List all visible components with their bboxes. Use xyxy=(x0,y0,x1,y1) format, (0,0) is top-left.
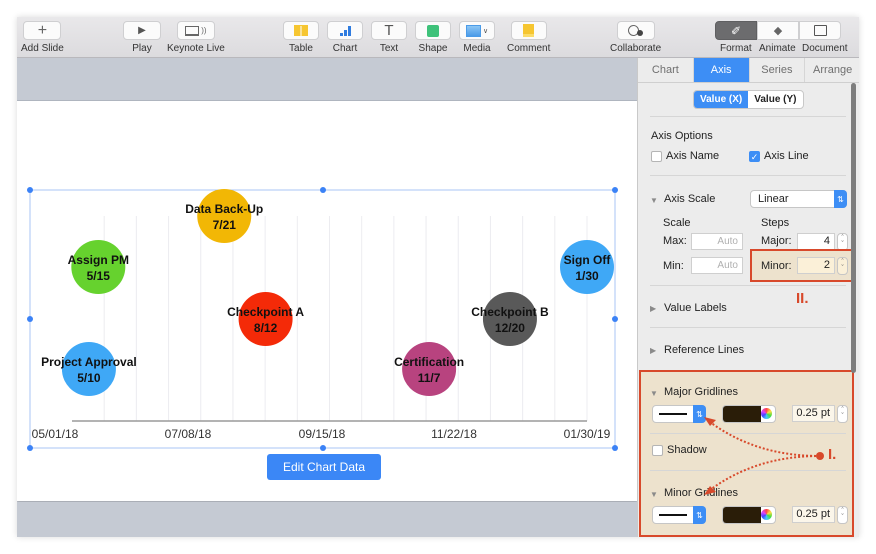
x-tick-label: 07/08/18 xyxy=(165,427,212,441)
bubble-date-label: 12/20 xyxy=(495,321,525,335)
bubble-point xyxy=(482,292,537,346)
bubble-date-label: 11/7 xyxy=(418,371,441,385)
bubble-point xyxy=(71,240,126,294)
format-inspector: Chart Axis Series Arrange Value (X) Valu… xyxy=(637,58,859,537)
inspector-mode-control: ✐ ◆ xyxy=(715,21,841,40)
bubble-date-label: 7/21 xyxy=(213,218,237,232)
paintbrush-icon: ✐ xyxy=(730,23,742,38)
edit-chart-data-button[interactable]: Edit Chart Data xyxy=(267,454,381,480)
play-icon: ▶ xyxy=(138,25,146,36)
media-icon xyxy=(465,24,481,37)
text-button[interactable]: T Text xyxy=(371,21,407,54)
selection-handle xyxy=(612,445,618,451)
keynote-live-button[interactable]: )) Keynote Live xyxy=(167,21,225,54)
animate-icon: ◆ xyxy=(773,25,783,37)
annotation-mark-i: I. xyxy=(828,446,837,463)
selection-handle xyxy=(320,445,326,451)
chart-icon xyxy=(339,25,351,36)
selection-handle xyxy=(320,187,326,193)
format-button[interactable]: ✐ xyxy=(715,21,757,40)
selection-handle xyxy=(27,316,33,322)
bubble-date-label: 5/15 xyxy=(87,269,111,283)
x-tick-label: 01/30/19 xyxy=(564,427,611,441)
add-slide-button[interactable]: + Add Slide xyxy=(21,21,64,54)
plus-icon: + xyxy=(37,21,48,39)
bubble-date-label: 1/30 xyxy=(575,269,599,283)
chart-button[interactable]: Chart xyxy=(327,21,363,54)
bubble-point xyxy=(402,342,457,396)
annotation-arrows xyxy=(704,417,824,495)
bubble-point xyxy=(238,292,293,346)
bubble-label: Checkpoint B xyxy=(471,305,549,319)
table-button[interactable]: Table xyxy=(283,21,319,54)
bubble-point xyxy=(197,189,252,243)
canvas-background-bottom xyxy=(17,502,637,537)
keynote-window: + Add Slide ▶ Play )) Keynote Live Table… xyxy=(17,17,859,537)
media-button[interactable]: ∨ Media xyxy=(459,21,495,54)
slide-canvas[interactable]: 05/01/18 07/08/18 09/15/18 11/22/18 01/30/19… xyxy=(17,101,637,501)
selection-handle xyxy=(612,187,618,193)
document-label: Document xyxy=(802,43,848,54)
x-tick-label: 11/22/18 xyxy=(431,427,477,441)
bubble-label: Project Approval xyxy=(41,355,137,369)
x-tick-label: 09/15/18 xyxy=(299,427,346,441)
play-button[interactable]: ▶ Play xyxy=(123,21,161,54)
comment-icon xyxy=(523,24,535,37)
selection-handle xyxy=(27,187,33,193)
selection-handle xyxy=(27,445,33,451)
shape-icon xyxy=(427,24,439,37)
x-tick-label: 05/01/18 xyxy=(32,427,79,441)
bubble-date-label: 5/10 xyxy=(77,371,101,385)
animate-label: Animate xyxy=(759,43,796,54)
bubble-label: Assign PM xyxy=(68,253,129,267)
bubble-label: Certification xyxy=(394,355,464,369)
animate-button[interactable]: ◆ xyxy=(757,21,799,40)
toolbar: + Add Slide ▶ Play )) Keynote Live Table… xyxy=(17,17,859,58)
bubble-point xyxy=(61,342,116,396)
selection-handle xyxy=(612,316,618,322)
text-icon: T xyxy=(384,22,394,39)
table-icon xyxy=(294,25,308,36)
collaborate-button[interactable]: Collaborate xyxy=(610,21,661,54)
bubble-chart[interactable]: 05/01/18 07/08/18 09/15/18 11/22/18 01/30/19… xyxy=(17,101,637,501)
comment-button[interactable]: Comment xyxy=(507,21,550,54)
bubble-point xyxy=(560,240,614,294)
bubble-date-label: 8/12 xyxy=(254,321,278,335)
format-label: Format xyxy=(720,43,752,54)
document-button[interactable] xyxy=(799,21,841,40)
bubble-label: Sign Off xyxy=(564,253,612,267)
keynote-live-icon xyxy=(185,25,200,36)
bubble-label: Data Back-Up xyxy=(185,202,263,216)
canvas-background xyxy=(17,58,637,101)
bubble-label: Checkpoint A xyxy=(227,305,304,319)
document-icon xyxy=(813,25,827,36)
inspector-scrollbar[interactable] xyxy=(851,83,856,373)
shape-button[interactable]: Shape xyxy=(415,21,451,54)
